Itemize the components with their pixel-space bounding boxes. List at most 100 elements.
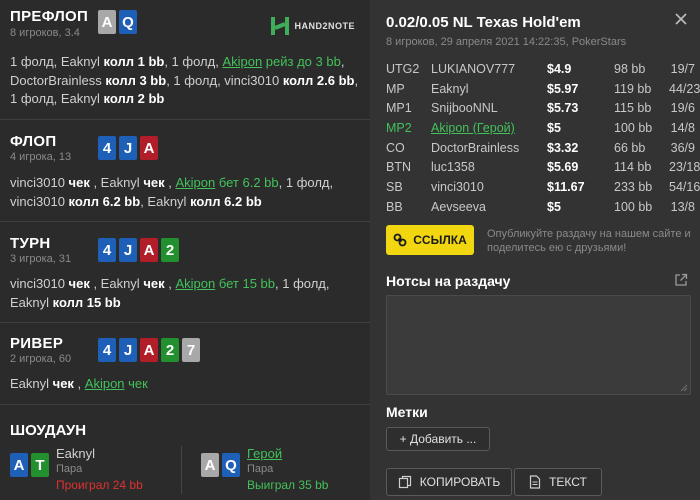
hand-strength: Пара <box>56 463 83 475</box>
street-subtitle: 2 игрока, 60 <box>10 353 72 365</box>
stats: 23/18 <box>669 160 700 175</box>
card: A <box>98 10 116 34</box>
notes-title: Нотсы на раздачу <box>386 273 511 289</box>
text-button[interactable]: ТЕКСТ <box>514 468 602 496</box>
copy-button-label: КОПИРОВАТЬ <box>419 475 501 489</box>
street-actions: 1 фолд, Eaknyl колл 1 bb, 1 фолд, Akipon… <box>10 53 362 109</box>
resize-handle-icon[interactable] <box>680 384 688 392</box>
player-name[interactable]: DoctorBrainless <box>431 141 519 155</box>
copy-icon <box>398 475 411 489</box>
card: A <box>10 453 28 477</box>
street-actions: Eaknyl чек , Akipon чек <box>10 375 362 394</box>
action-text: колл 1 bb <box>103 54 165 69</box>
link-button[interactable]: ССЫЛКА <box>386 225 474 255</box>
action-text: vinci3010 <box>10 193 69 209</box>
hero-name-link[interactable]: Akipon <box>222 54 262 69</box>
action-text: 1 фолд, Eaknyl <box>10 91 104 106</box>
hero-name-link[interactable]: Герой <box>247 446 282 461</box>
player-name[interactable]: SnijbooNNL <box>431 101 498 115</box>
position: MP1 <box>386 101 412 116</box>
close-icon[interactable] <box>674 12 688 26</box>
player-name[interactable]: vinci3010 <box>431 180 484 194</box>
position: MP <box>386 81 405 96</box>
player-name[interactable]: Eaknyl <box>431 82 469 96</box>
street-preflop: ПРЕФЛОП 8 игроков, 3.4 A Q HAND2NOTE 1 ф… <box>0 0 370 120</box>
tags-title: Метки <box>386 404 428 420</box>
hero-name-link[interactable]: Akipon <box>175 276 215 291</box>
game-title: 0.02/0.05 NL Texas Hold'em <box>386 14 581 31</box>
street-actions: vinci3010 чек , Eaknyl чек , Akipon бет … <box>10 174 362 211</box>
add-tag-button[interactable]: + Добавить ... <box>386 427 490 451</box>
action-text: колл 15 bb <box>52 294 121 310</box>
action-line: 1 фолд, Eaknyl колл 1 bb, 1 фолд, Akipon… <box>10 53 362 72</box>
game-subtitle: 8 игроков, 29 апреля 2021 14:22:35, Poke… <box>386 36 627 48</box>
card: 7 <box>182 338 200 362</box>
share-hint: Опубликуйте раздачу на нашем сайте и под… <box>487 228 691 254</box>
player-cards: A Q <box>201 453 240 477</box>
hero-name-link[interactable]: Akipon <box>85 376 125 391</box>
notes-textarea[interactable] <box>386 295 691 395</box>
stack-bb: 66 bb <box>614 140 646 155</box>
player-name[interactable]: LUKIANOV777 <box>431 62 515 76</box>
copy-button[interactable]: КОПИРОВАТЬ <box>386 468 512 496</box>
stack-bb: 119 bb <box>614 81 652 96</box>
stats: 44/23 <box>669 81 700 96</box>
hero-action: бет 15 bb <box>215 276 276 291</box>
card: J <box>119 338 137 362</box>
hero-action: чек <box>124 376 148 391</box>
card: A <box>140 338 158 362</box>
action-line: vinci3010 колл 6.2 bb, Eaknyl колл 6.2 b… <box>10 193 362 212</box>
position: BB <box>386 199 403 214</box>
external-link-icon[interactable] <box>674 273 688 287</box>
hero-action: рейз до 3 bb <box>262 54 341 69</box>
stack-bb: 100 bb <box>614 199 653 214</box>
street-flop: ФЛОП 4 игрока, 13 4 J A vinci3010 чек , … <box>0 120 370 222</box>
action-text: колл 6.2 bb <box>68 193 141 209</box>
add-tag-label: + Добавить ... <box>399 432 477 446</box>
action-line: DoctorBrainless колл 3 bb, 1 фолд, vinci… <box>10 72 362 91</box>
link-button-label: ССЫЛКА <box>413 233 467 247</box>
stats: 19/6 <box>670 101 695 116</box>
action-text: , <box>164 276 176 291</box>
hero-cards: A Q <box>98 10 137 34</box>
action-text: колл 3 bb <box>105 72 167 88</box>
document-icon <box>529 475 541 489</box>
position: SB <box>386 180 403 195</box>
action-line: Eaknyl колл 15 bb <box>10 294 362 313</box>
action-text: чек <box>68 276 90 291</box>
action-text: DoctorBrainless <box>10 72 106 88</box>
hero-action: бет 6.2 bb <box>215 175 279 190</box>
position: UTG2 <box>386 62 420 76</box>
action-text: 1 фолд, Eaknyl <box>10 54 104 69</box>
card: J <box>119 238 137 262</box>
stack: $11.67 <box>547 180 585 195</box>
stack-bb: 115 bb <box>614 101 652 116</box>
card: T <box>31 453 49 477</box>
player-name[interactable]: Aevseeva <box>431 200 486 214</box>
street-title: ТУРН <box>10 235 51 252</box>
action-text: чек <box>68 175 90 190</box>
street-river: РИВЕР 2 игрока, 60 4 J A 2 7 Eaknyl чек … <box>0 323 370 405</box>
action-text: , 1 фолд, <box>164 54 223 69</box>
stack-bb: 114 bb <box>614 160 652 175</box>
card: A <box>201 453 219 477</box>
stats: 14/8 <box>670 121 695 136</box>
stats: 54/16 <box>669 180 700 195</box>
showdown-divider <box>181 446 182 494</box>
card: Q <box>119 10 137 34</box>
board-cards: 4 J A 2 <box>98 238 179 262</box>
position: MP2 <box>386 121 412 136</box>
action-text: , 1 фолд, <box>275 276 330 291</box>
street-title: ПРЕФЛОП <box>10 8 89 25</box>
street-turn: ТУРН 3 игрока, 31 4 J A 2 vinci3010 чек … <box>0 222 370 323</box>
card: A <box>140 238 158 262</box>
player-name[interactable]: Akipon (Герой) <box>431 121 515 135</box>
hero-name-link[interactable]: Akipon <box>175 175 215 190</box>
stack: $3.32 <box>547 140 579 155</box>
player-name[interactable]: luc1358 <box>431 160 475 174</box>
action-text: , Eaknyl <box>140 193 191 209</box>
player-name: Eaknyl <box>56 446 96 461</box>
player-cards: A T <box>10 453 49 477</box>
action-text: , Eaknyl <box>89 276 144 291</box>
action-text: чек <box>143 276 165 291</box>
